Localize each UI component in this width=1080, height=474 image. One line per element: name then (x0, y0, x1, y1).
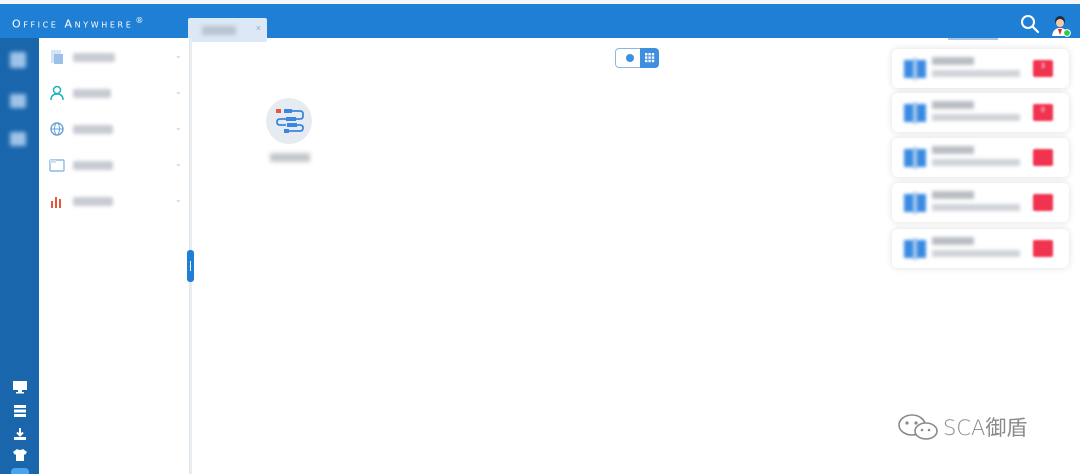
widget-badge (1033, 240, 1053, 257)
widget-badge: 0 (1033, 104, 1053, 121)
app-icon-background (266, 98, 312, 144)
chevron-down-icon: ⌄ (175, 87, 182, 96)
sidebar-item-network[interactable]: ⌄ (39, 119, 189, 141)
widget-icon (904, 238, 926, 260)
widget-subtitle (932, 204, 1020, 211)
widget-panel-indicator (948, 38, 998, 40)
globe-icon (50, 122, 64, 136)
widget-badge-count: 3 (1041, 63, 1045, 70)
widget-icon (904, 102, 926, 124)
list-view-icon[interactable] (615, 48, 641, 68)
widget-subtitle (932, 250, 1020, 257)
widget-subtitle (932, 70, 1020, 77)
sidebar: ⌄ ⌄ ⌄ ⌄ ⌄ (39, 38, 190, 474)
widget-card[interactable] (892, 229, 1069, 268)
trademark-symbol: ® (135, 16, 144, 25)
chevron-down-icon: ⌄ (175, 195, 182, 204)
app-label (270, 153, 310, 162)
sidebar-item-label (73, 125, 113, 134)
widget-title (932, 57, 974, 65)
grid-view-icon[interactable] (640, 48, 659, 68)
tab-home[interactable]: × (188, 18, 267, 42)
widget-card[interactable]: 0 (892, 93, 1069, 132)
widget-title (932, 191, 974, 199)
chevron-down-icon: ⌄ (175, 159, 182, 168)
widget-icon (904, 58, 926, 80)
sidebar-item-users[interactable]: ⌄ (39, 83, 189, 105)
stack-icon[interactable] (12, 404, 28, 418)
widget-badge-count: 0 (1041, 107, 1045, 114)
search-icon[interactable] (1020, 14, 1040, 34)
widget-icon (904, 147, 926, 169)
monitor-icon[interactable] (12, 380, 28, 394)
activity-item[interactable] (10, 52, 26, 68)
tab-label (202, 26, 236, 35)
document-icon (51, 50, 63, 64)
online-status-dot (1063, 29, 1071, 37)
sidebar-item-reports[interactable]: ⌄ (39, 191, 189, 213)
activity-bar (0, 38, 39, 474)
app-title: Office Anywhere (12, 17, 134, 31)
widget-title (932, 101, 974, 109)
sidebar-item-label (73, 53, 115, 62)
sidebar-item-label (73, 161, 113, 170)
download-icon[interactable] (12, 427, 28, 441)
widget-badge (1033, 149, 1053, 166)
sidebar-item-label (73, 197, 113, 206)
app-tile-workflow[interactable] (266, 98, 314, 168)
sidebar-item-files[interactable]: ⌄ (39, 155, 189, 177)
widget-subtitle (932, 114, 1020, 121)
folder-icon (49, 159, 65, 172)
sidebar-item-documents[interactable]: ⌄ (39, 47, 189, 69)
widget-badge: 3 (1033, 60, 1053, 77)
widget-icon (904, 192, 926, 214)
watermark: SCA御盾 (896, 412, 1046, 442)
widget-card[interactable] (892, 183, 1069, 222)
widget-card[interactable]: 3 (892, 49, 1069, 88)
tab-close-icon[interactable]: × (256, 23, 261, 33)
shirt-icon[interactable] (12, 448, 28, 462)
watermark-text: SCA御盾 (943, 416, 1028, 440)
view-toggle[interactable] (615, 48, 659, 68)
activity-item[interactable] (10, 132, 26, 146)
user-avatar-icon[interactable] (1051, 15, 1071, 37)
sidebar-item-label (73, 89, 111, 98)
widget-title (932, 237, 974, 245)
chevron-down-icon: ⌄ (175, 51, 182, 60)
widget-card[interactable] (892, 138, 1069, 177)
activity-active-indicator (11, 468, 29, 474)
widget-badge (1033, 194, 1053, 211)
app-logo: Office Anywhere ® (12, 16, 143, 31)
chevron-down-icon: ⌄ (175, 123, 182, 132)
person-icon (50, 85, 64, 101)
widget-subtitle (932, 159, 1020, 166)
top-bar: Office Anywhere ® × (0, 4, 1080, 42)
widget-title (932, 146, 974, 154)
activity-item[interactable] (10, 94, 26, 108)
sidebar-collapse-handle[interactable] (187, 250, 194, 282)
workflow-icon (276, 109, 304, 133)
wechat-icon (898, 414, 938, 440)
bar-chart-icon (51, 197, 61, 208)
